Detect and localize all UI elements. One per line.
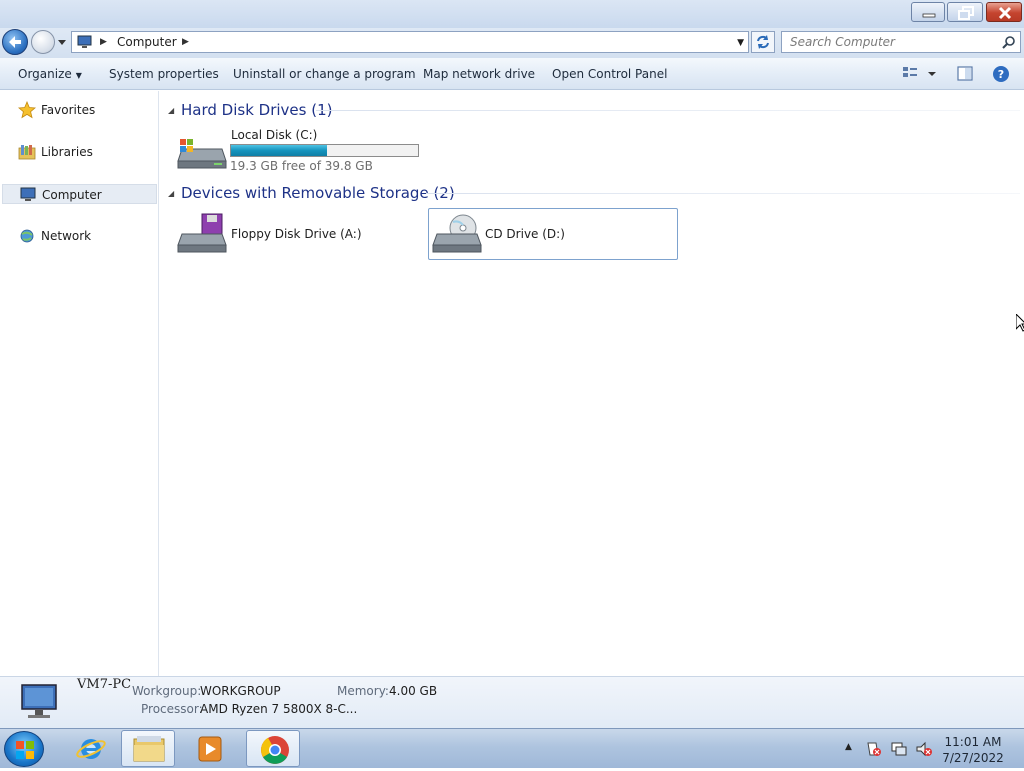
search-input[interactable] — [788, 34, 988, 50]
hard-drive-icon — [177, 139, 227, 169]
workgroup-value: WORKGROUP — [200, 684, 281, 698]
chrome-icon — [261, 736, 289, 764]
content-pane: ◢ Hard Disk Drives (1) Local Disk (C:) 1… — [160, 91, 1024, 676]
preview-pane-icon[interactable] — [956, 64, 974, 84]
network-status-icon[interactable] — [891, 741, 907, 757]
action-center-icon[interactable] — [866, 741, 882, 757]
address-dropdown-icon[interactable]: ▼ — [737, 38, 744, 48]
taskbar-internet-explorer[interactable] — [64, 730, 118, 767]
disk-usage-fill — [231, 145, 328, 156]
taskbar-windows-explorer[interactable] — [121, 730, 175, 767]
address-row: ▶ Computer ▶ ▼ — [0, 28, 1024, 58]
nav-item-label: Favorites — [41, 103, 96, 117]
svg-text:?: ? — [998, 68, 1004, 81]
floppy-drive-icon — [177, 213, 227, 253]
mouse-cursor-icon — [1016, 314, 1024, 332]
show-hidden-icons-button[interactable]: ▲ — [845, 742, 852, 752]
recent-pages-dropdown-icon[interactable] — [57, 37, 67, 47]
clock-date: 7/27/2022 — [942, 751, 1004, 765]
nav-item-label: Libraries — [41, 145, 93, 159]
minimize-button[interactable] — [911, 2, 945, 22]
breadcrumb-computer[interactable]: Computer — [117, 35, 177, 49]
memory-label: Memory: — [337, 684, 389, 698]
back-arrow-icon — [9, 36, 21, 48]
clock-time: 11:01 AM — [944, 735, 1002, 749]
library-icon — [18, 145, 36, 160]
start-button[interactable] — [4, 731, 44, 767]
group-title: Devices with Removable Storage (2) — [181, 184, 455, 202]
group-header-hard-disk-drives[interactable]: ◢ Hard Disk Drives (1) — [168, 100, 1020, 120]
internet-explorer-icon — [76, 739, 106, 759]
computer-icon — [20, 187, 36, 201]
restore-button[interactable] — [947, 2, 983, 22]
search-icon[interactable] — [1002, 35, 1016, 49]
nav-item-favorites[interactable]: Favorites — [0, 100, 157, 120]
workgroup-label: Workgroup: — [132, 684, 202, 698]
star-icon — [18, 101, 36, 119]
back-button[interactable] — [2, 29, 28, 55]
command-bar: Organize ▼ System properties Uninstall or… — [0, 58, 1024, 90]
organize-label: Organize — [18, 67, 72, 81]
network-icon — [20, 229, 34, 243]
refresh-button[interactable] — [751, 31, 775, 53]
close-icon — [998, 6, 1012, 20]
drive-label: Local Disk (C:) — [231, 128, 318, 142]
group-divider — [316, 110, 1020, 111]
breadcrumb-separator-icon[interactable]: ▶ — [182, 37, 189, 47]
memory-value: 4.00 GB — [389, 684, 438, 698]
collapse-triangle-icon[interactable]: ◢ — [168, 189, 174, 198]
organize-menu[interactable]: Organize ▼ — [18, 67, 82, 81]
navigation-pane: Favorites Libraries Computer Network — [0, 91, 159, 676]
group-divider — [426, 193, 1020, 194]
media-player-icon — [198, 736, 222, 762]
nav-item-libraries[interactable]: Libraries — [0, 142, 157, 162]
nav-item-label: Computer — [42, 188, 102, 202]
change-view-icon[interactable] — [902, 64, 938, 84]
volume-muted-icon[interactable] — [916, 741, 932, 757]
open-control-panel-button[interactable]: Open Control Panel — [552, 67, 667, 81]
disk-usage-bar — [230, 144, 419, 157]
search-box[interactable] — [781, 31, 1021, 53]
drive-tile-floppy-a[interactable]: Floppy Disk Drive (A:) — [174, 208, 424, 260]
title-bar — [0, 0, 1024, 28]
nav-item-computer[interactable]: Computer — [2, 184, 157, 204]
computer-icon — [77, 35, 92, 48]
refresh-icon — [757, 35, 769, 49]
uninstall-program-button[interactable]: Uninstall or change a program — [233, 67, 416, 81]
group-title: Hard Disk Drives (1) — [181, 101, 333, 119]
drive-label: Floppy Disk Drive (A:) — [231, 227, 362, 241]
drive-tile-local-disk-c[interactable]: Local Disk (C:) 19.3 GB free of 39.8 GB — [174, 125, 434, 175]
taskbar-chrome[interactable] — [246, 730, 300, 767]
windows-logo-icon — [16, 741, 34, 759]
details-pane: VM7-PC Workgroup: WORKGROUP Memory: 4.00… — [0, 676, 1024, 728]
nav-item-network[interactable]: Network — [0, 226, 157, 246]
map-network-drive-button[interactable]: Map network drive — [423, 67, 535, 81]
restore-icon — [958, 6, 974, 20]
address-bar[interactable]: ▶ Computer ▶ ▼ — [71, 31, 749, 53]
breadcrumb-separator-icon[interactable]: ▶ — [100, 37, 107, 47]
system-properties-button[interactable]: System properties — [109, 67, 219, 81]
taskbar-media-player[interactable] — [184, 730, 238, 767]
taskbar: ▲ 11:01 AM 7/27/2022 — [0, 728, 1024, 768]
computer-name: VM7-PC — [77, 677, 132, 692]
nav-item-label: Network — [41, 229, 92, 243]
collapse-triangle-icon[interactable]: ◢ — [168, 106, 174, 115]
group-header-removable-storage[interactable]: ◢ Devices with Removable Storage (2) — [168, 183, 1020, 203]
computer-icon — [21, 684, 57, 718]
minimize-icon — [922, 13, 936, 18]
help-icon[interactable]: ? — [992, 64, 1010, 84]
system-clock[interactable]: 11:01 AM 7/27/2022 — [940, 734, 1006, 766]
processor-value: AMD Ryzen 7 5800X 8-C... — [200, 702, 358, 716]
drive-tile-cd-d[interactable]: CD Drive (D:) — [428, 208, 678, 260]
disk-free-text: 19.3 GB free of 39.8 GB — [230, 159, 373, 173]
chevron-down-icon: ▼ — [75, 71, 82, 80]
close-button[interactable] — [986, 2, 1022, 22]
cd-drive-icon — [432, 214, 482, 253]
forward-button[interactable] — [31, 30, 55, 54]
processor-label: Processor: — [141, 702, 203, 716]
drive-label: CD Drive (D:) — [485, 227, 565, 241]
folder-icon — [133, 736, 165, 762]
